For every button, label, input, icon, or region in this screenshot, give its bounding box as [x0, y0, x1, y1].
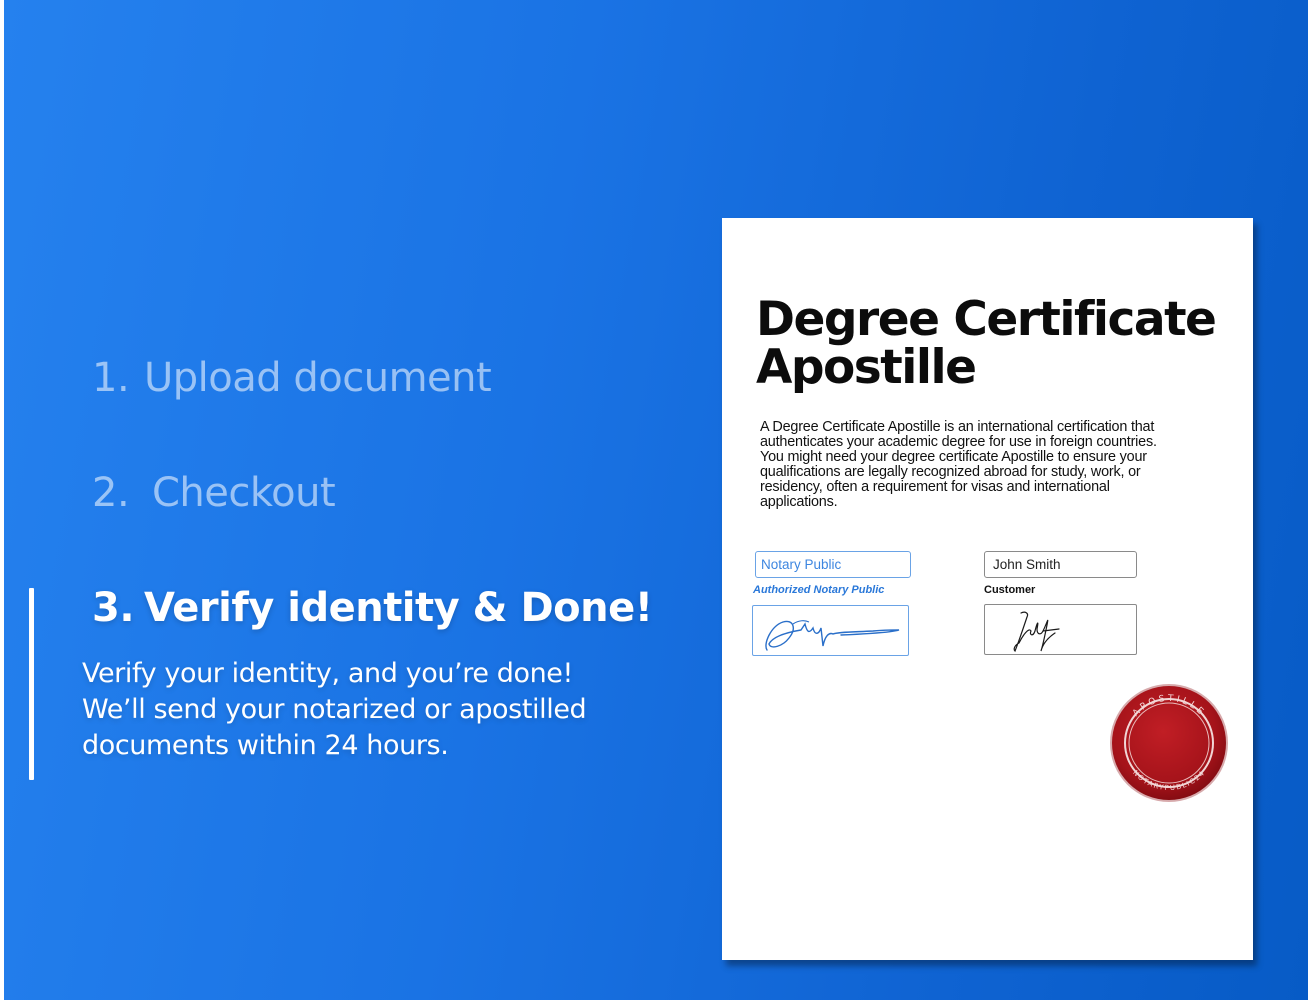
step-verify-identity[interactable]: 3. Verify identity & Done!	[92, 585, 653, 631]
certificate-document: Degree Certificate Apostille A Degree Ce…	[722, 218, 1253, 960]
notary-signature-box	[752, 605, 909, 656]
body-line: authenticates your academic degree for u…	[760, 434, 1157, 450]
body-line: residency, often a requirement for visas…	[760, 479, 1110, 495]
body-line: A Degree Certificate Apostille is an int…	[760, 419, 1155, 435]
notary-name-field: Notary Public	[755, 551, 911, 578]
step-checkout[interactable]: 2. Checkout	[92, 470, 336, 516]
step-number: 2.	[92, 470, 130, 516]
document-body: A Degree Certificate Apostille is an int…	[760, 420, 1230, 510]
customer-signature-icon	[1013, 611, 1060, 653]
body-line: You might need your degree certificate A…	[760, 449, 1147, 465]
step-label: Upload document	[144, 355, 492, 401]
customer-name-field: John Smith	[984, 551, 1137, 578]
step-number: 3.	[92, 585, 135, 631]
description-line: documents within 24 hours.	[82, 730, 449, 761]
description-line: We’ll send your notarized or apostilled	[82, 694, 587, 725]
notary-signature-icon	[765, 620, 900, 651]
step-label: Checkout	[152, 470, 336, 516]
document-title: Degree Certificate Apostille	[756, 296, 1236, 392]
customer-signature-box	[984, 604, 1137, 655]
step-upload-document[interactable]: 1. Upload document	[92, 355, 492, 401]
notary-label: Authorized Notary Public	[753, 584, 885, 596]
hero-panel: 1. Upload document 2. Checkout 3. Verify id…	[4, 0, 1308, 1000]
active-step-indicator	[29, 588, 34, 780]
step-number: 1.	[92, 355, 130, 401]
body-line: applications.	[760, 494, 838, 510]
active-step-description: Verify your identity, and you’re done! W…	[82, 656, 682, 764]
description-line: Verify your identity, and you’re done!	[82, 658, 573, 689]
step-label: Verify identity & Done!	[144, 585, 653, 631]
customer-label: Customer	[984, 584, 1036, 596]
document-title-line: Degree Certificate	[756, 292, 1217, 347]
body-line: qualifications are legally recognized ab…	[760, 464, 1141, 480]
wax-seal-icon: APOSTILLE NOTARYPUBLIC24	[1110, 684, 1228, 802]
apostille-seal: APOSTILLE NOTARYPUBLIC24	[1108, 682, 1230, 804]
document-title-line: Apostille	[756, 340, 977, 395]
